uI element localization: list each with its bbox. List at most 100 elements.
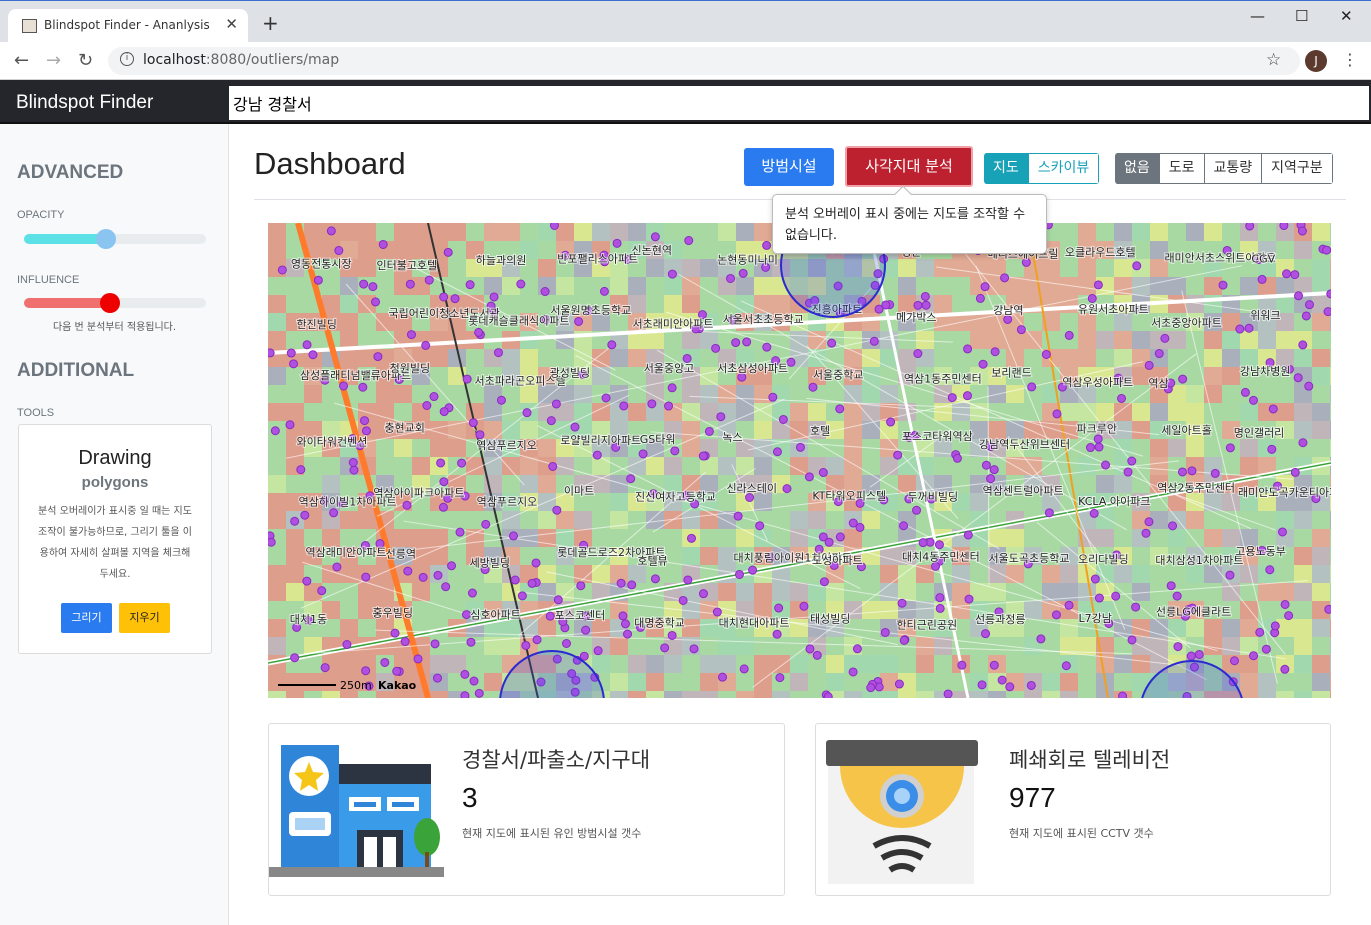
cctv-marker xyxy=(1294,291,1304,301)
map-label: 역삼우성아파트 xyxy=(1062,376,1133,389)
draw-button[interactable]: 그리기 xyxy=(61,603,112,633)
url-path: :8080/outliers/map xyxy=(205,52,340,68)
overlay-cell xyxy=(1006,385,1024,403)
forward-icon[interactable]: → xyxy=(46,50,61,71)
cctv-marker xyxy=(481,519,491,529)
brand-title[interactable]: Blindspot Finder xyxy=(16,92,153,114)
cctv-marker xyxy=(1087,293,1097,303)
browser-tab[interactable]: Blindspot Finder - Ananlysis ✕ xyxy=(8,9,248,43)
cctv-marker xyxy=(475,430,485,440)
cctv-marker xyxy=(468,418,478,428)
overlay-cell xyxy=(1312,529,1330,547)
cctv-marker xyxy=(527,578,537,588)
overlay-cell xyxy=(484,223,502,241)
cctv-marker xyxy=(607,340,617,350)
overlay-cell xyxy=(1258,673,1276,691)
map-type-skyview[interactable]: 스카이뷰 xyxy=(1028,153,1100,184)
cctv-marker xyxy=(368,282,378,292)
overlay-cell xyxy=(1132,655,1150,673)
map-label: 호텔뷰 xyxy=(637,555,667,568)
window-close-icon[interactable]: ✕ xyxy=(1340,7,1353,25)
overlay-cell xyxy=(1060,673,1078,691)
overlay-cell xyxy=(988,691,1006,698)
overlay-cell xyxy=(754,673,772,691)
reload-icon[interactable]: ↻ xyxy=(78,50,93,71)
close-tab-icon[interactable]: ✕ xyxy=(225,15,238,33)
influence-slider-handle[interactable] xyxy=(99,293,120,313)
map-label: 서초삼성아파트 xyxy=(717,362,788,375)
new-tab-icon[interactable]: + xyxy=(262,11,279,35)
overlay-cell xyxy=(1312,583,1330,601)
opacity-slider-handle[interactable] xyxy=(95,229,116,249)
overlay-cell xyxy=(664,655,682,673)
blindspot-analyze-button[interactable]: 사각지대 분석 xyxy=(845,146,973,187)
cctv-marker xyxy=(1101,460,1111,470)
influence-slider[interactable] xyxy=(24,293,206,313)
cctv-marker xyxy=(775,673,785,683)
browser-menu-icon[interactable]: ⋮ xyxy=(1342,50,1358,69)
map-label: 역삼1동주민센터 xyxy=(904,372,982,385)
cctv-stat-label: 폐쇄회로 텔레비전 xyxy=(1009,748,1171,772)
maximize-icon[interactable]: ☐ xyxy=(1295,7,1308,25)
cctv-marker xyxy=(441,582,451,592)
overlay-cell xyxy=(1222,367,1240,385)
overlay-cell xyxy=(268,295,286,313)
overlay-traffic[interactable]: 교통량 xyxy=(1204,153,1263,184)
site-info-icon[interactable]: i xyxy=(120,52,134,66)
search-input[interactable] xyxy=(229,86,1369,120)
cctv-marker xyxy=(285,420,295,430)
profile-avatar[interactable]: J xyxy=(1305,50,1327,72)
overlay-cell xyxy=(610,277,628,295)
cctv-marker xyxy=(413,654,423,664)
cctv-marker xyxy=(762,342,772,352)
overlay-cell xyxy=(826,655,844,673)
overlay-cell xyxy=(538,511,556,529)
overlay-cell xyxy=(664,295,682,313)
overlay-cell xyxy=(1240,439,1258,457)
overlay-cell xyxy=(1204,529,1222,547)
overlay-cell xyxy=(1078,583,1096,601)
overlay-cell xyxy=(268,673,286,691)
overlay-cell xyxy=(394,439,412,457)
overlay-none[interactable]: 없음 xyxy=(1115,153,1160,184)
facility-button[interactable]: 방범시설 xyxy=(744,148,834,186)
overlay-cell xyxy=(394,223,412,241)
overlay-road[interactable]: 도로 xyxy=(1159,153,1205,184)
cctv-marker xyxy=(1154,349,1164,359)
additional-heading: ADDITIONAL xyxy=(17,360,135,381)
map-view[interactable]: 영동전통시장인터불고호텔하늘과의원반포팰리스아파트신논현역논현동미나미교보타워정… xyxy=(268,223,1331,698)
back-icon[interactable]: ← xyxy=(14,50,29,71)
cctv-marker xyxy=(1144,360,1154,370)
overlay-cell xyxy=(898,277,916,295)
overlay-cell xyxy=(988,583,1006,601)
cctv-marker xyxy=(348,457,358,467)
overlay-cell xyxy=(1294,583,1312,601)
cctv-marker xyxy=(980,282,990,292)
map-canvas[interactable]: 영동전통시장인터불고호텔하늘과의원반포팰리스아파트신논현역논현동미나미교보타워정… xyxy=(268,223,1331,698)
cctv-marker xyxy=(978,359,988,369)
overlay-cell xyxy=(1168,439,1186,457)
overlay-cell xyxy=(880,655,898,673)
erase-button[interactable]: 지우기 xyxy=(119,603,170,633)
url-bar[interactable]: i localhost:8080/outliers/map xyxy=(108,47,1300,75)
overlay-cell xyxy=(682,331,700,349)
overlay-cell xyxy=(286,547,304,565)
cctv-marker xyxy=(619,401,629,411)
bookmark-star-icon[interactable]: ☆ xyxy=(1266,50,1281,70)
overlay-cell xyxy=(1186,619,1204,637)
overlay-cell xyxy=(1330,511,1331,529)
cctv-marker xyxy=(1322,245,1331,255)
minimize-icon[interactable]: — xyxy=(1250,7,1265,25)
opacity-slider[interactable] xyxy=(24,229,206,249)
overlay-district[interactable]: 지역구분 xyxy=(1262,153,1333,184)
map-type-map[interactable]: 지도 xyxy=(984,153,1029,184)
cctv-marker xyxy=(290,653,300,663)
overlay-cell xyxy=(268,367,286,385)
overlay-cell xyxy=(1204,619,1222,637)
overlay-cell xyxy=(358,349,376,367)
overlay-cell xyxy=(430,331,448,349)
cctv-marker xyxy=(460,691,470,698)
cctv-marker xyxy=(738,268,748,278)
cctv-marker xyxy=(664,401,674,411)
cctv-marker xyxy=(947,393,957,403)
